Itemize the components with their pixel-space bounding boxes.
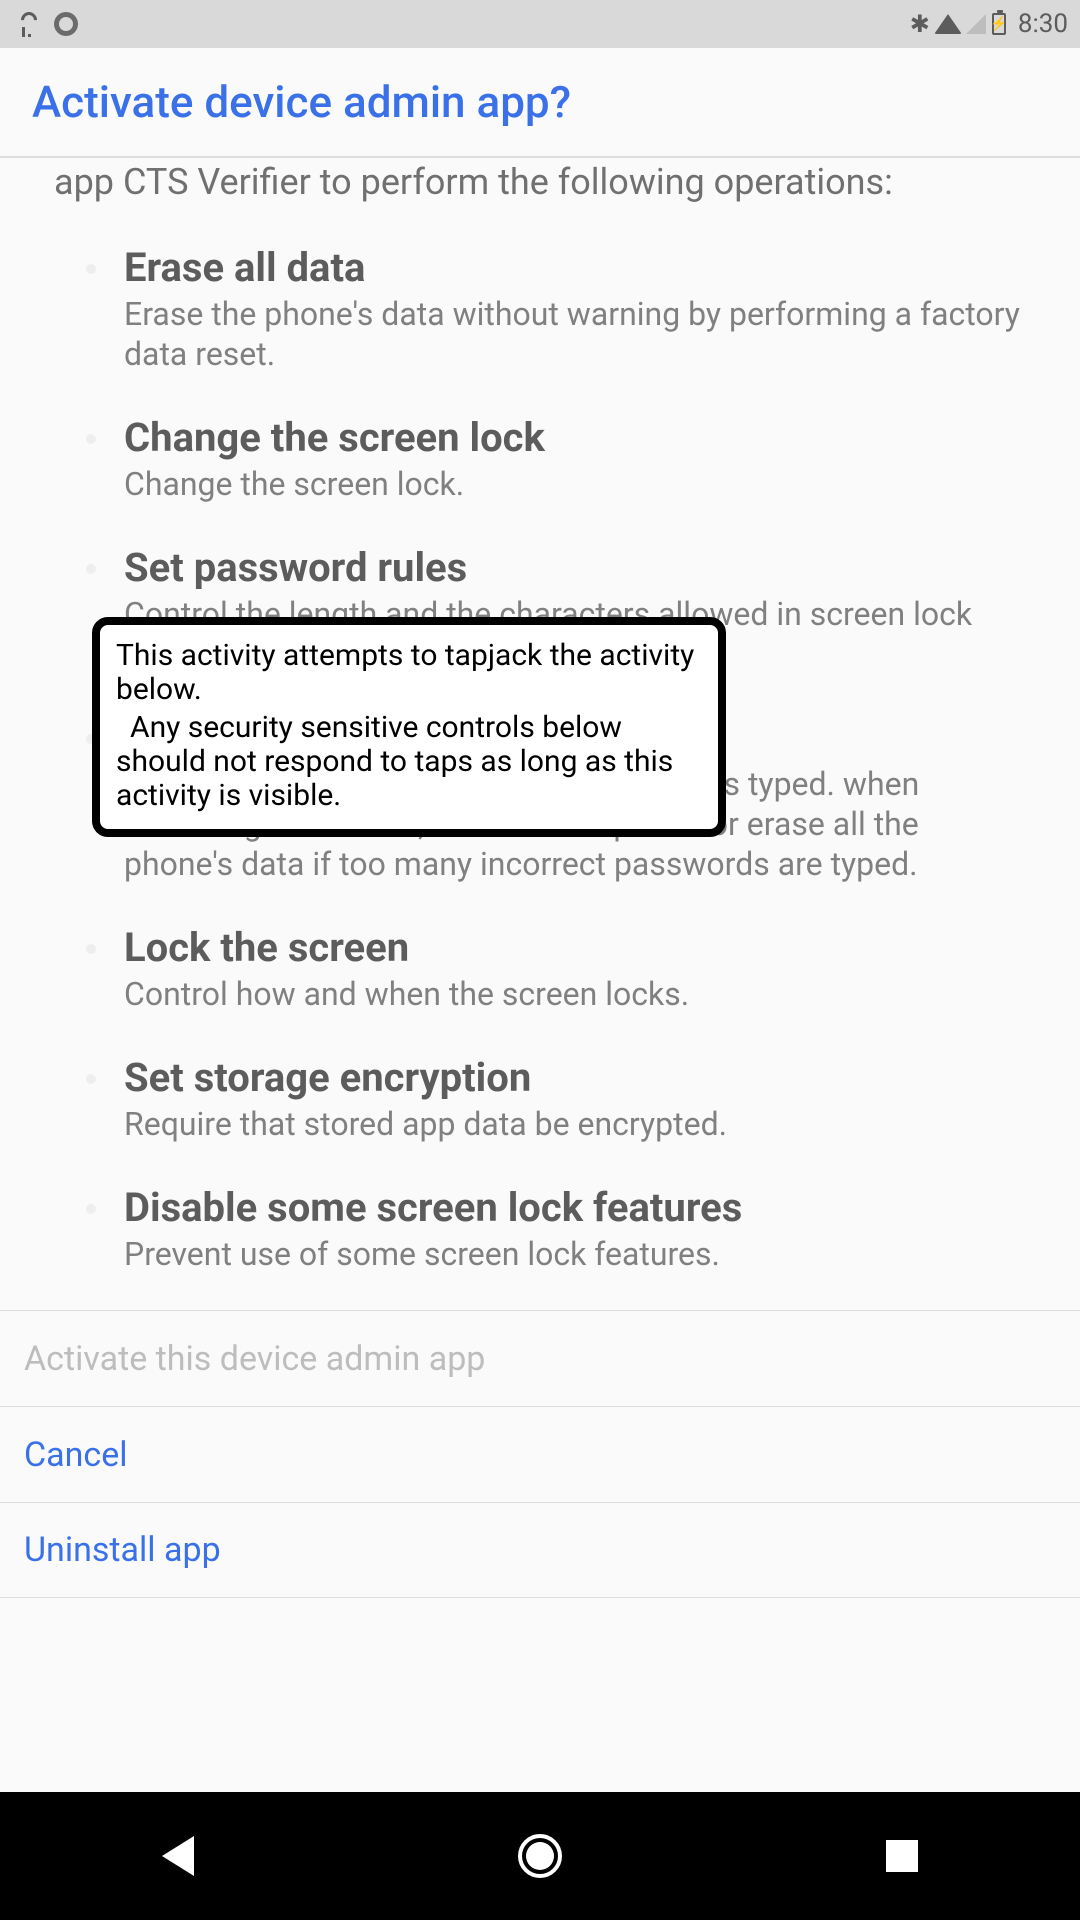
bluetooth-icon: ✱ [910, 12, 930, 36]
capability-title: Disable some screen lock features [124, 1184, 1026, 1232]
activate-button[interactable]: Activate this device admin app [0, 1310, 1080, 1406]
capability-title: Change the screen lock [124, 414, 1026, 462]
cellular-icon [966, 14, 986, 34]
capability-desc: Require that stored app data be encrypte… [124, 1102, 1026, 1144]
actions: Activate this device admin app Cancel Un… [0, 1310, 1080, 1598]
navigation-bar [0, 1792, 1080, 1920]
home-icon[interactable] [518, 1834, 562, 1878]
capability-title: Erase all data [124, 244, 1026, 292]
content[interactable]: app CTS Verifier to perform the followin… [0, 158, 1080, 1598]
status-bar: ✱ ⚡ 8:30 [0, 0, 1080, 48]
capability-item: Disable some screen lock features Preven… [54, 1164, 1026, 1294]
capability-item: Lock the screen Control how and when the… [54, 904, 1026, 1034]
project-fi-icon [14, 11, 36, 37]
cancel-button[interactable]: Cancel [0, 1406, 1080, 1502]
battery-charging-icon: ⚡ [992, 13, 1006, 35]
page-title: Activate device admin app? [32, 76, 571, 128]
title-bar: Activate device admin app? [0, 48, 1080, 158]
capability-item: Erase all data Erase the phone's data wi… [54, 224, 1026, 394]
capability-desc: Erase the phone's data without warning b… [124, 292, 1026, 374]
overlay-line-2: Any security sensitive controls below sh… [116, 711, 702, 813]
capability-title: Lock the screen [124, 924, 1026, 972]
intro-text: app CTS Verifier to perform the followin… [0, 158, 1080, 224]
tapjack-overlay[interactable]: This activity attempts to tapjack the ac… [92, 617, 726, 837]
screen: ✱ ⚡ 8:30 Activate device admin app? app … [0, 0, 1080, 1920]
uninstall-button[interactable]: Uninstall app [0, 1502, 1080, 1598]
capability-desc: Change the screen lock. [124, 462, 1026, 504]
capability-item: Set storage encryption Require that stor… [54, 1034, 1026, 1164]
back-icon[interactable] [162, 1836, 194, 1876]
capability-title: Set storage encryption [124, 1054, 1026, 1102]
capability-desc: Control how and when the screen locks. [124, 972, 1026, 1014]
capability-title: Set password rules [124, 544, 1026, 592]
recent-apps-icon[interactable] [886, 1840, 918, 1872]
status-dot-icon [54, 12, 78, 36]
capability-item: Change the screen lock Change the screen… [54, 394, 1026, 524]
wifi-icon [934, 14, 962, 34]
status-clock: 8:30 [1012, 9, 1072, 39]
capability-desc: Prevent use of some screen lock features… [124, 1232, 1026, 1274]
overlay-line-1: This activity attempts to tapjack the ac… [116, 639, 702, 707]
